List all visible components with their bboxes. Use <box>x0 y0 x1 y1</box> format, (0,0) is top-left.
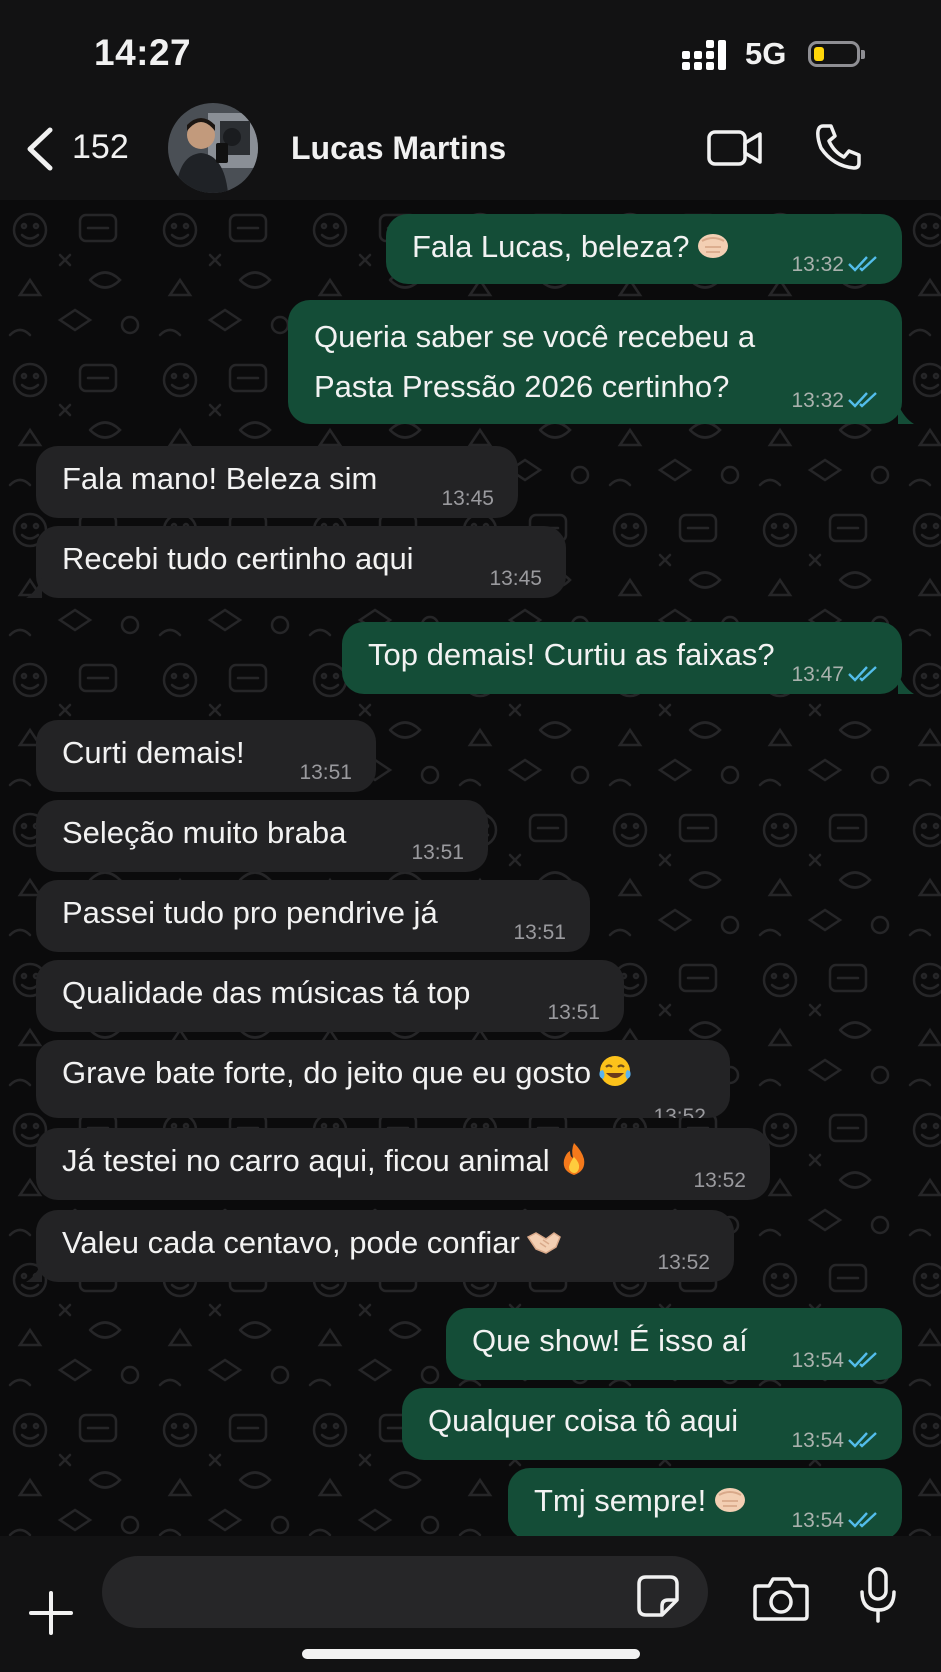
message-input-container[interactable] <box>102 1556 708 1628</box>
signal-strength-icon <box>682 40 732 72</box>
message-bubble-outgoing[interactable]: Tmj sempre! 13:54 <box>508 1468 902 1536</box>
message-text: Passei tudo pro pendrive já <box>62 895 438 930</box>
video-call-icon[interactable] <box>706 122 764 174</box>
message-text: Qualquer coisa tô aqui <box>428 1403 739 1438</box>
message-time: 13:45 <box>489 567 542 590</box>
read-receipt-icon <box>848 256 877 272</box>
message-meta: 13:54 <box>791 1428 880 1454</box>
read-receipt-icon <box>848 666 877 682</box>
message-text-line-1: Queria saber se você recebeu a <box>314 319 756 354</box>
message-bubble-incoming[interactable]: Fala mano! Beleza sim 13:45 <box>36 446 518 518</box>
bubble-tail <box>898 674 914 694</box>
camera-icon[interactable] <box>752 1574 810 1622</box>
status-bar: 14:27 5G <box>0 0 941 100</box>
message-time: 13:32 <box>791 253 844 276</box>
message-bubble-outgoing[interactable]: Fala Lucas, beleza? 13:32 <box>386 214 902 284</box>
message-time: 13:52 <box>653 1105 706 1118</box>
sticker-icon[interactable] <box>636 1574 680 1618</box>
message-bubble-outgoing[interactable]: Que show! É isso aí 13:54 <box>446 1308 902 1380</box>
message-text: Fala mano! Beleza sim <box>62 461 378 496</box>
message-bubble-incoming[interactable]: Já testei no carro aqui, ficou animal 13… <box>36 1128 770 1200</box>
back-chevron-icon[interactable] <box>22 124 62 174</box>
fire-emoji-icon <box>563 1143 584 1175</box>
message-bubble-incoming[interactable]: Grave bate forte, do jeito que eu gosto … <box>36 1040 730 1118</box>
read-receipt-icon <box>848 1432 877 1448</box>
message-text: Qualidade das músicas tá top <box>62 975 471 1010</box>
message-bubble-incoming[interactable]: Seleção muito braba 13:51 <box>36 800 488 872</box>
status-time: 14:27 <box>94 32 192 73</box>
bubble-tail <box>26 578 42 598</box>
chat-header: 152 Lucas Martins <box>0 100 941 200</box>
message-time: 13:54 <box>791 1509 844 1532</box>
message-time: 13:45 <box>441 487 494 510</box>
message-time: 13:52 <box>657 1251 710 1274</box>
read-receipt-icon <box>848 1512 877 1528</box>
message-time: 13:47 <box>791 663 844 686</box>
message-bubble-outgoing[interactable]: Top demais! Curtiu as faixas? 13:47 <box>342 622 902 694</box>
microphone-icon[interactable] <box>858 1566 898 1624</box>
tears-of-joy-emoji-icon <box>599 1056 631 1086</box>
message-text: Seleção muito braba <box>62 815 347 850</box>
message-text: Tmj sempre! <box>534 1483 707 1518</box>
unread-count[interactable]: 152 <box>72 128 129 167</box>
message-bubble-incoming[interactable]: Curti demais! 13:51 <box>36 720 376 792</box>
fist-bump-emoji-icon <box>698 234 729 258</box>
read-receipt-icon <box>848 1352 877 1368</box>
message-time: 13:54 <box>791 1429 844 1452</box>
message-bubble-incoming[interactable]: Qualidade das músicas tá top 13:51 <box>36 960 624 1032</box>
message-meta: 13:32 <box>791 252 880 278</box>
bubble-tail <box>26 1262 42 1282</box>
message-text: Recebi tudo certinho aqui <box>62 541 414 576</box>
message-input[interactable] <box>126 1570 610 1616</box>
message-text: Grave bate forte, do jeito que eu gosto <box>62 1055 592 1090</box>
message-text: Fala Lucas, beleza? <box>412 229 690 264</box>
message-bubble-incoming[interactable]: Recebi tudo certinho aqui 13:45 <box>36 526 566 598</box>
message-time: 13:51 <box>411 841 464 864</box>
message-meta: 13:47 <box>791 662 880 688</box>
attach-plus-icon[interactable] <box>28 1590 74 1636</box>
message-bubble-incoming[interactable]: Passei tudo pro pendrive já 13:51 <box>36 880 590 952</box>
message-text: Top demais! Curtiu as faixas? <box>368 637 775 672</box>
read-receipt-icon <box>848 392 877 408</box>
message-text: Já testei no carro aqui, ficou animal <box>62 1143 550 1178</box>
message-time: 13:32 <box>791 389 844 412</box>
message-time: 13:54 <box>791 1349 844 1372</box>
message-bubble-incoming[interactable]: Valeu cada centavo, pode confiar 13:52 <box>36 1210 734 1282</box>
chat-messages[interactable]: Fala Lucas, beleza? 13:32 Queria saber s… <box>0 200 941 1536</box>
battery-icon <box>808 41 865 67</box>
message-meta: 13:32 <box>791 388 880 414</box>
message-text: Valeu cada centavo, pode confiar <box>62 1225 520 1260</box>
contact-avatar[interactable] <box>168 103 258 193</box>
home-indicator[interactable] <box>302 1649 640 1659</box>
message-time: 13:51 <box>547 1001 600 1024</box>
network-type: 5G <box>745 36 787 71</box>
message-time: 13:51 <box>299 761 352 784</box>
contact-name[interactable]: Lucas Martins <box>291 130 506 167</box>
fist-bump-emoji-icon <box>715 1488 746 1512</box>
message-bubble-outgoing[interactable]: Qualquer coisa tô aqui 13:54 <box>402 1388 902 1460</box>
bubble-tail <box>898 404 914 424</box>
message-meta: 13:54 <box>791 1508 880 1534</box>
phone-call-icon[interactable] <box>813 120 863 172</box>
message-time: 13:51 <box>513 921 566 944</box>
message-text: Curti demais! <box>62 735 245 770</box>
message-meta: 13:54 <box>791 1348 880 1374</box>
message-time: 13:52 <box>693 1169 746 1192</box>
handshake-emoji-icon <box>526 1232 561 1254</box>
message-bubble-outgoing[interactable]: Queria saber se você recebeu a Pasta Pre… <box>288 300 902 424</box>
message-text: Que show! É isso aí <box>472 1323 748 1358</box>
